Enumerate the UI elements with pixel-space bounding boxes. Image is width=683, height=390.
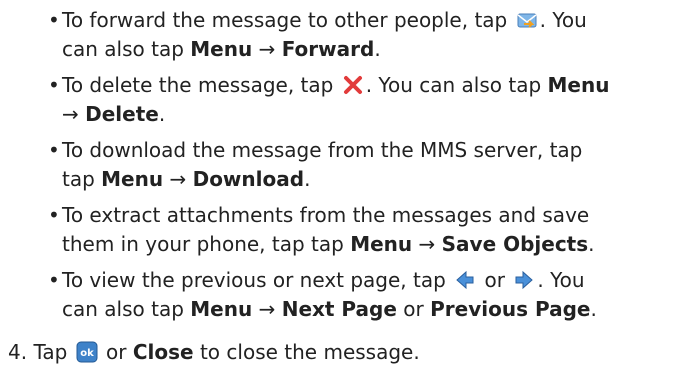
instruction-list: • To forward the message to other people… [48, 6, 678, 331]
list-item: • To delete the message, tap . You can a… [48, 73, 610, 126]
list-item: • To view the previous or next page, tap… [48, 268, 597, 321]
step-4: 4. Tap ok or Close to close the message. [8, 340, 420, 364]
ok-icon: ok [76, 341, 98, 363]
forward-icon [517, 13, 537, 28]
next-page-icon [515, 270, 534, 290]
list-item: • To download the message from the MMS s… [48, 138, 583, 191]
manual-page: • To forward the message to other people… [0, 0, 683, 390]
list-item: • To extract attachments from the messag… [48, 203, 595, 256]
previous-page-icon [456, 270, 474, 290]
delete-icon [343, 76, 362, 94]
list-item: • To forward the message to other people… [48, 8, 587, 61]
svg-text:ok: ok [80, 348, 94, 359]
